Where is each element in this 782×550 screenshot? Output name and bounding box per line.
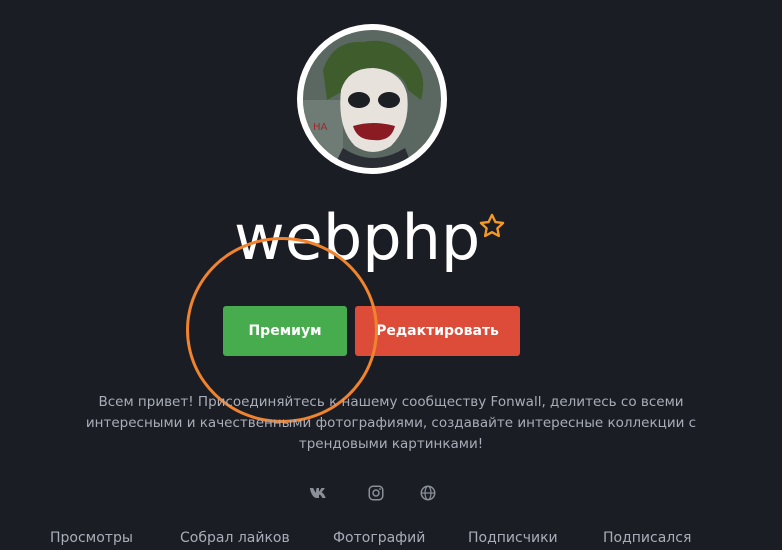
website-link[interactable]	[417, 482, 439, 504]
vk-icon	[309, 488, 326, 498]
globe-icon	[420, 485, 436, 501]
instagram-icon	[368, 485, 384, 501]
profile-stats: Просмотры Собрал лайков Фотографий Подпи…	[0, 530, 782, 550]
vk-link[interactable]	[308, 482, 330, 504]
username: webphp	[234, 201, 481, 274]
profile-bio: Всем привет! Присоединяйтесь к нашему со…	[85, 394, 697, 452]
avatar[interactable]: HA	[297, 24, 447, 174]
instagram-link[interactable]	[365, 482, 387, 504]
svg-text:HA: HA	[313, 122, 328, 133]
star-icon[interactable]	[478, 212, 506, 240]
edit-profile-button[interactable]: Редактировать	[355, 306, 520, 356]
avatar-image: HA	[303, 30, 441, 168]
premium-button[interactable]: Премиум	[223, 306, 347, 356]
